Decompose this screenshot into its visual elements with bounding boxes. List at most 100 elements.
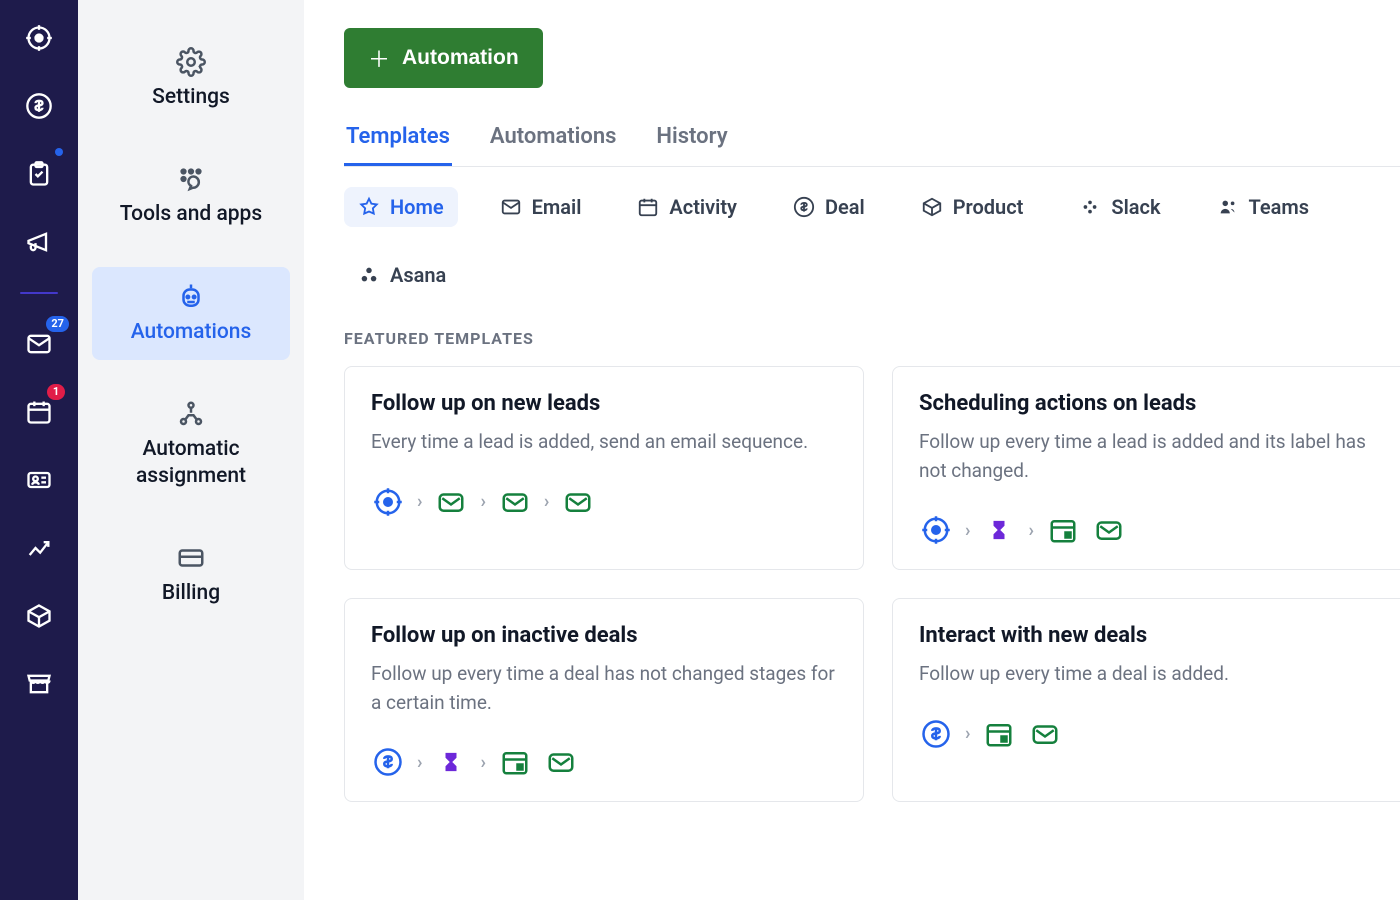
rail-mail[interactable]: 27 [19,324,59,364]
chevron-icon: › [1028,520,1033,541]
side-item-tools[interactable]: Tools and apps [92,149,290,242]
mail-step-icon [561,485,595,519]
card-steps: › › › [371,485,837,519]
dollar-small-icon [793,196,815,218]
filter-label: Email [532,195,582,219]
side-item-settings[interactable]: Settings [92,32,290,125]
gear-icon [175,46,207,78]
mail-step-icon [1028,717,1062,751]
id-card-icon [25,466,53,494]
side-label: Billing [162,580,220,607]
card-steps: › [919,717,1385,751]
chevron-icon: › [544,491,549,512]
notification-dot [55,148,63,156]
robot-icon [175,281,207,313]
filter-row: Home Email Activity Deal Product Slack T… [344,187,1400,295]
rail-marketplace[interactable] [19,664,59,704]
rail-contacts[interactable] [19,460,59,500]
target-icon [25,24,53,52]
filter-teams[interactable]: Teams [1203,187,1324,227]
side-item-billing[interactable]: Billing [92,528,290,621]
filter-home[interactable]: Home [344,187,458,227]
mail-step-icon [498,485,532,519]
filter-label: Home [390,195,444,219]
card-steps: › › [919,513,1385,547]
dollar-icon [25,92,53,120]
dollar-step-icon [371,745,405,779]
rail-projects[interactable] [19,154,59,194]
dollar-step-icon [919,717,953,751]
mail-step-icon [544,745,578,779]
filter-email[interactable]: Email [486,187,596,227]
box-icon [25,602,53,630]
card-icon [175,542,207,574]
side-label: Automations [131,319,252,346]
rail-activities[interactable]: 1 [19,392,59,432]
icon-rail: 27 1 [0,0,78,900]
rail-deals[interactable] [19,86,59,126]
hourglass-step-icon [434,745,468,779]
chevron-icon: › [417,491,422,512]
rail-leads[interactable] [19,18,59,58]
template-card[interactable]: Interact with new deals Follow up every … [892,598,1400,802]
card-title: Follow up on inactive deals [371,623,837,648]
mail-step-icon [434,485,468,519]
filter-label: Teams [1249,195,1310,219]
store-icon [25,670,53,698]
add-automation-button[interactable]: ＋ Automation [344,28,543,88]
template-card[interactable]: Scheduling actions on leads Follow up ev… [892,366,1400,570]
calendar-step-icon [982,717,1016,751]
filter-product[interactable]: Product [907,187,1038,227]
side-panel: Settings Tools and apps Automations Auto… [78,0,304,900]
template-cards: Follow up on new leads Every time a lead… [344,366,1400,802]
rail-products[interactable] [19,596,59,636]
rail-campaigns[interactable] [19,222,59,262]
activities-badge: 1 [47,384,65,400]
template-card[interactable]: Follow up on inactive deals Follow up ev… [344,598,864,802]
tab-automations[interactable]: Automations [488,124,619,166]
target-step-icon [919,513,953,547]
star-icon [358,196,380,218]
plus-icon: ＋ [368,42,390,74]
card-title: Follow up on new leads [371,391,837,416]
clipboard-icon [25,160,53,188]
tabs: Templates Automations History [344,124,1400,167]
calendar-icon [25,398,53,426]
side-item-assignment[interactable]: Automatic assignment [92,384,290,505]
mail-step-icon [1092,513,1126,547]
main-content: ＋ Automation Templates Automations Histo… [304,0,1400,900]
template-card[interactable]: Follow up on new leads Every time a lead… [344,366,864,570]
hourglass-step-icon [982,513,1016,547]
side-item-automations[interactable]: Automations [92,267,290,360]
apps-icon [175,163,207,195]
asana-icon [358,264,380,286]
tab-templates[interactable]: Templates [344,124,452,166]
slack-icon [1079,196,1101,218]
mail-small-icon [500,196,522,218]
chevron-icon: › [480,491,485,512]
card-title: Interact with new deals [919,623,1385,648]
rail-divider [20,292,58,294]
side-label: Settings [152,84,230,111]
card-desc: Follow up every time a deal has not chan… [371,660,837,717]
teams-icon [1217,196,1239,218]
target-step-icon [371,485,405,519]
filter-deal[interactable]: Deal [779,187,879,227]
chevron-icon: › [965,723,970,744]
filter-activity[interactable]: Activity [623,187,751,227]
filter-label: Product [953,195,1024,219]
filter-label: Activity [669,195,737,219]
megaphone-icon [25,228,53,256]
side-label: Automatic assignment [98,436,284,491]
filter-label: Deal [825,195,865,219]
card-steps: › › [371,745,837,779]
calendar-step-icon [1046,513,1080,547]
tab-history[interactable]: History [654,124,729,166]
chevron-icon: › [417,752,422,773]
filter-slack[interactable]: Slack [1065,187,1174,227]
filter-asana[interactable]: Asana [344,255,460,295]
chevron-icon: › [965,520,970,541]
chevron-icon: › [480,752,485,773]
card-desc: Every time a lead is added, send an emai… [371,428,837,457]
rail-insights[interactable] [19,528,59,568]
